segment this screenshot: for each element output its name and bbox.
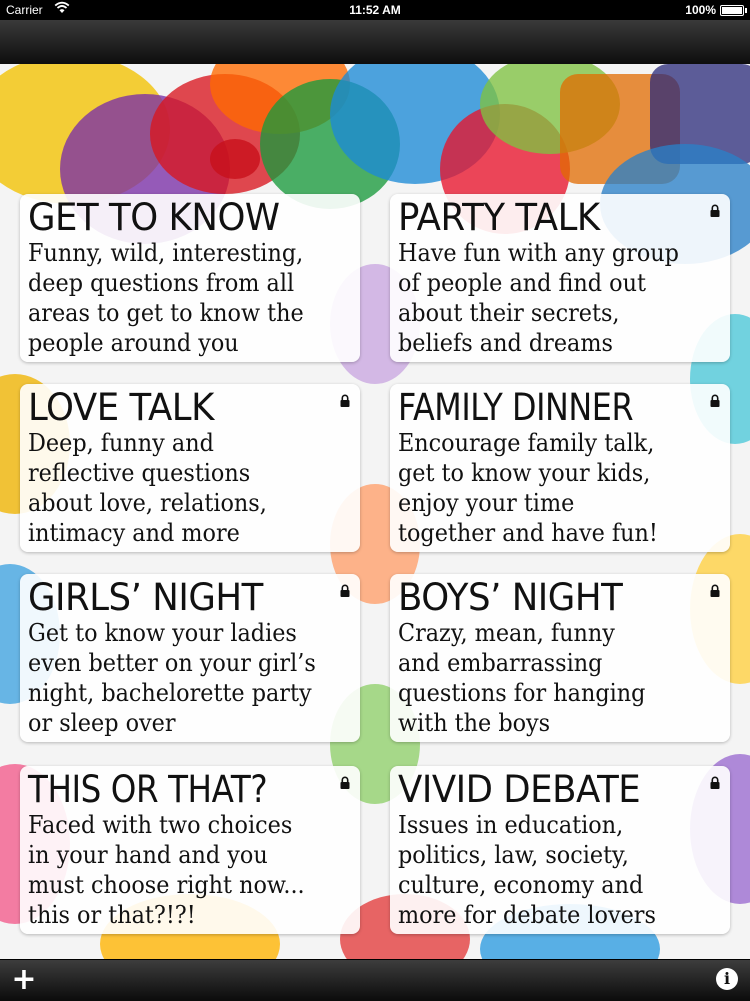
description-line: or sleep over <box>28 709 176 737</box>
description-line: intimacy and more <box>28 519 240 547</box>
description-line: Crazy, mean, funny <box>398 619 615 647</box>
card-title: GIRLS’ NIGHT <box>28 576 263 619</box>
description-line: Funny, wild, interesting, <box>28 239 304 267</box>
card-title: BOYS’ NIGHT <box>398 576 623 619</box>
description-line: beliefs and dreams <box>398 329 613 357</box>
card-description: Funny, wild, interesting, deep questions… <box>28 238 331 358</box>
description-line: must choose right now... <box>28 871 305 899</box>
category-card-party-talk[interactable]: PARTY TALK Have fun with any group of pe… <box>390 194 730 362</box>
lock-icon <box>340 392 350 407</box>
description-line: enjoy your time <box>398 489 575 517</box>
description-line: even better on your girl’s <box>28 649 316 677</box>
card-title: PARTY TALK <box>398 196 600 239</box>
description-line: Have fun with any group <box>398 239 679 267</box>
description-line: Issues in education, <box>398 811 624 839</box>
card-title: THIS OR THAT? <box>28 768 268 811</box>
category-card-girls-night[interactable]: GIRLS’ NIGHT Get to know your ladies eve… <box>20 574 360 742</box>
category-grid: GET TO KNOW Funny, wild, interesting, de… <box>0 64 750 959</box>
description-line: Encourage family talk, <box>398 429 655 457</box>
description-line: night, bachelorette party <box>28 679 312 707</box>
card-description: Issues in education, politics, law, soci… <box>398 810 701 930</box>
category-card-boys-night[interactable]: BOYS’ NIGHT Crazy, mean, funny and embar… <box>390 574 730 742</box>
description-line: this or that?!?! <box>28 901 196 929</box>
bottom-toolbar: + i <box>0 959 750 1001</box>
description-line: culture, economy and <box>398 871 644 899</box>
description-line: politics, law, society, <box>398 841 629 869</box>
card-description: Deep, funny and reflective questions abo… <box>28 428 331 548</box>
add-button[interactable]: + <box>8 964 40 996</box>
card-description: Encourage family talk, get to know your … <box>398 428 701 548</box>
lock-icon <box>710 774 720 789</box>
battery-percentage: 100% <box>685 3 716 17</box>
description-line: together and have fun! <box>398 519 658 547</box>
card-description: Have fun with any group of people and fi… <box>398 238 701 358</box>
category-card-get-to-know[interactable]: GET TO KNOW Funny, wild, interesting, de… <box>20 194 360 362</box>
card-description: Get to know your ladies even better on y… <box>28 618 331 738</box>
lock-icon <box>710 392 720 407</box>
info-button[interactable]: i <box>716 968 738 990</box>
plus-icon: + <box>11 962 37 997</box>
card-description: Crazy, mean, funny and embarrassing ques… <box>398 618 701 738</box>
description-line: reflective questions <box>28 459 251 487</box>
status-bar: Carrier 11:52 AM 100% <box>0 0 750 20</box>
description-line: of people and find out <box>398 269 646 297</box>
card-description: Faced with two choices in your hand and … <box>28 810 331 930</box>
category-card-family-dinner[interactable]: FAMILY DINNER Encourage family talk, get… <box>390 384 730 552</box>
description-line: with the boys <box>398 709 551 737</box>
info-icon: i <box>723 969 731 988</box>
clock: 11:52 AM <box>349 3 401 17</box>
description-line: get to know your kids, <box>398 459 651 487</box>
card-title: FAMILY DINNER <box>398 386 634 429</box>
description-line: Deep, funny and <box>28 429 214 457</box>
description-line: questions for hanging <box>398 679 646 707</box>
description-line: and embarrassing <box>398 649 603 677</box>
description-line: about their secrets, <box>398 299 620 327</box>
description-line: Faced with two choices <box>28 811 293 839</box>
description-line: in your hand and you <box>28 841 268 869</box>
lock-icon <box>710 202 720 217</box>
category-card-love-talk[interactable]: LOVE TALK Deep, funny and reflective que… <box>20 384 360 552</box>
card-title: LOVE TALK <box>28 386 214 429</box>
description-line: people around you <box>28 329 239 357</box>
card-title: GET TO KNOW <box>28 196 280 239</box>
description-line: about love, relations, <box>28 489 267 517</box>
category-card-vivid-debate[interactable]: VIVID DEBATE Issues in education, politi… <box>390 766 730 934</box>
description-line: more for debate lovers <box>398 901 656 929</box>
card-title: VIVID DEBATE <box>398 768 641 811</box>
lock-icon <box>340 774 350 789</box>
category-card-this-or-that[interactable]: THIS OR THAT? Faced with two choices in … <box>20 766 360 934</box>
description-line: areas to get to know the <box>28 299 304 327</box>
navigation-bar <box>0 20 750 65</box>
description-line: Get to know your ladies <box>28 619 297 647</box>
description-line: deep questions from all <box>28 269 295 297</box>
battery-icon <box>720 5 747 16</box>
lock-icon <box>710 582 720 597</box>
lock-icon <box>340 582 350 597</box>
